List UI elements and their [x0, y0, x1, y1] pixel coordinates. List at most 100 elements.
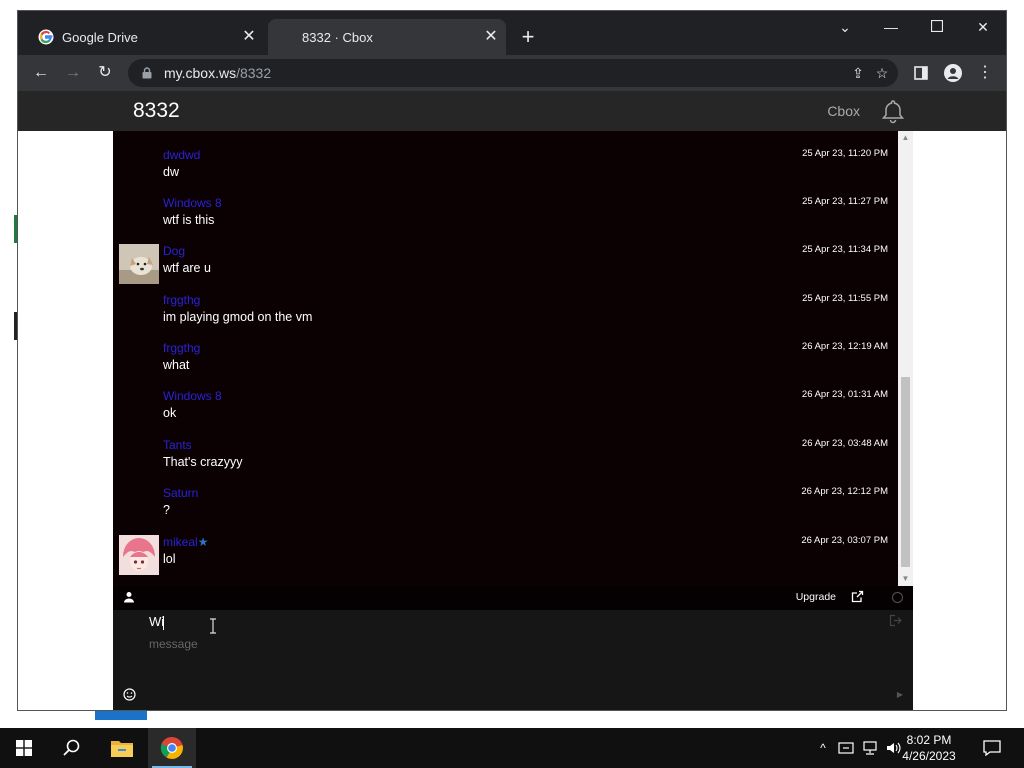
message-text: ? — [163, 503, 170, 517]
message-time: 26 Apr 23, 03:07 PM — [801, 535, 888, 546]
network-icon[interactable] — [860, 728, 880, 768]
tray-app-icon[interactable] — [836, 728, 856, 768]
notification-center-icon[interactable] — [978, 728, 1006, 768]
external-link-icon[interactable] — [851, 590, 865, 604]
message-username[interactable]: mikeal★ — [163, 535, 208, 549]
start-windows-icon[interactable] — [0, 728, 48, 768]
message-username[interactable]: frggthg — [163, 293, 200, 307]
scroll-down-arrow-icon[interactable]: ▼ — [898, 572, 913, 586]
tab-google-drive[interactable]: Google Drive ✕ — [26, 19, 264, 55]
message-text: wtf are u — [163, 261, 211, 275]
message-list[interactable]: dwdwd dw 25 Apr 23, 11:20 PM Windows 8 w… — [113, 131, 898, 586]
message-time: 25 Apr 23, 11:34 PM — [802, 244, 888, 255]
bell-icon[interactable] — [880, 98, 906, 124]
message-time: 25 Apr 23, 11:55 PM — [802, 293, 888, 304]
verified-star-icon: ★ — [197, 535, 209, 549]
message-username[interactable]: Tants — [163, 438, 192, 452]
profile-icon[interactable] — [940, 60, 966, 86]
tab-bar: Google Drive ✕ 8332 · Cbox ✕ + ⌄ — ✕ — [18, 11, 1006, 55]
message-item: frggthg what 26 Apr 23, 12:19 AM — [113, 341, 898, 389]
message-username[interactable]: frggthg — [163, 341, 200, 355]
minimize-icon[interactable]: — — [868, 11, 914, 43]
message-composer: Wi message ▶ — [113, 610, 913, 710]
message-time: 26 Apr 23, 12:12 PM — [801, 486, 888, 497]
tab-cbox[interactable]: 8332 · Cbox ✕ — [268, 19, 506, 55]
message-text: lol — [163, 552, 176, 566]
back-icon[interactable]: ← — [28, 60, 54, 86]
maximize-icon[interactable] — [914, 11, 960, 43]
tab-title: 8332 · Cbox — [302, 29, 373, 45]
google-icon — [38, 29, 54, 45]
file-explorer-icon[interactable] — [98, 728, 146, 768]
login-icon[interactable] — [889, 614, 903, 628]
message-text: ok — [163, 406, 177, 420]
url-path: /8332 — [236, 65, 272, 81]
message-item: Windows 8 ok 26 Apr 23, 01:31 AM — [113, 389, 898, 437]
username-text: mikeal — [163, 535, 198, 549]
side-panel-icon[interactable] — [908, 60, 934, 86]
message-username[interactable]: dwdwd — [163, 148, 200, 162]
message-username[interactable]: Windows 8 — [163, 196, 222, 210]
ibeam-cursor-icon — [210, 618, 216, 634]
reload-icon[interactable]: ↻ — [92, 60, 118, 86]
search-icon[interactable] — [48, 728, 96, 768]
bookmark-star-icon[interactable]: ☆ — [872, 63, 892, 83]
lock-icon — [140, 66, 154, 80]
share-icon[interactable]: ⇪ — [848, 63, 868, 83]
message-text: what — [163, 358, 190, 372]
chrome-taskbar-icon[interactable] — [148, 728, 196, 768]
close-window-icon[interactable]: ✕ — [960, 11, 1006, 43]
menu-kebab-icon[interactable]: ⋮ — [972, 60, 998, 86]
new-tab-icon[interactable]: + — [516, 25, 540, 49]
scrollbar-thumb[interactable] — [901, 377, 910, 567]
message-time: 26 Apr 23, 01:31 AM — [801, 389, 888, 400]
cbox-brand-link[interactable]: Cbox — [827, 103, 860, 119]
close-tab-icon[interactable]: ✕ — [240, 28, 258, 46]
tab-search-icon[interactable]: ⌄ — [822, 11, 868, 43]
forward-icon[interactable]: → — [60, 60, 86, 86]
close-tab-icon[interactable]: ✕ — [482, 28, 500, 46]
avatar-anime[interactable] — [119, 535, 159, 575]
message-time: 25 Apr 23, 11:27 PM — [802, 196, 888, 207]
page-content: 8332 Cbox dwdwd dw 25 Apr 23, 11:20 PM W… — [18, 91, 1006, 710]
scrollbar[interactable]: ▲ ▼ — [898, 131, 913, 586]
message-username[interactable]: Dog — [163, 244, 185, 258]
message-item: Saturn ? 26 Apr 23, 12:12 PM — [113, 486, 898, 534]
emoji-smiley-icon[interactable] — [123, 688, 137, 702]
browser-window: Google Drive ✕ 8332 · Cbox ✕ + ⌄ — ✕ ← →… — [17, 10, 1007, 711]
message-input[interactable]: message — [149, 637, 198, 651]
avatar-dog[interactable] — [119, 244, 159, 284]
browser-toolbar: ← → ↻ my.cbox.ws/8332 ⇪ ☆ ⋮ — [18, 55, 1006, 91]
user-icon[interactable] — [123, 590, 137, 604]
tab-title: Google Drive — [62, 29, 138, 45]
message-username[interactable]: Windows 8 — [163, 389, 222, 403]
upgrade-link[interactable]: Upgrade — [796, 591, 836, 603]
message-item: Windows 8 wtf is this 25 Apr 23, 11:27 P… — [113, 196, 898, 244]
chat-controlbar: Upgrade — [113, 586, 913, 610]
scroll-up-arrow-icon[interactable]: ▲ — [898, 131, 913, 145]
clock-time: 8:02 PM — [906, 733, 952, 747]
message-item: Dog wtf are u 25 Apr 23, 11:34 PM — [113, 244, 898, 292]
connection-status-icon — [892, 592, 903, 603]
url-host: my.cbox.ws — [164, 65, 237, 81]
text-caret — [163, 616, 164, 630]
message-item: mikeal★ lol 26 Apr 23, 03:07 PM — [113, 535, 898, 583]
taskbar: ^ 8:02 PM 4/26/2023 — [0, 728, 1024, 768]
address-bar[interactable]: my.cbox.ws/8332 ⇪ ☆ — [128, 59, 898, 87]
url-text: my.cbox.ws/8332 — [164, 65, 271, 81]
taskbar-clock[interactable]: 8:02 PM 4/26/2023 — [892, 732, 966, 764]
message-item: Tants That's crazyyy 26 Apr 23, 03:48 AM — [113, 438, 898, 486]
cbox-header: 8332 Cbox — [18, 91, 1006, 131]
message-item: dwdwd dw 25 Apr 23, 11:20 PM — [113, 148, 898, 196]
message-time: 25 Apr 23, 11:20 PM — [802, 148, 888, 159]
message-username[interactable]: Saturn — [163, 486, 198, 500]
message-text: im playing gmod on the vm — [163, 310, 313, 324]
message-time: 26 Apr 23, 03:48 AM — [801, 438, 888, 449]
message-text: That's crazyyy — [163, 455, 243, 469]
message-time: 26 Apr 23, 12:19 AM — [801, 341, 888, 352]
send-arrow-icon[interactable]: ▶ — [897, 690, 903, 699]
room-title: 8332 — [133, 99, 180, 122]
message-text: wtf is this — [163, 213, 215, 227]
name-input[interactable]: Wi — [149, 614, 164, 629]
tray-chevron-up-icon[interactable]: ^ — [814, 728, 832, 768]
